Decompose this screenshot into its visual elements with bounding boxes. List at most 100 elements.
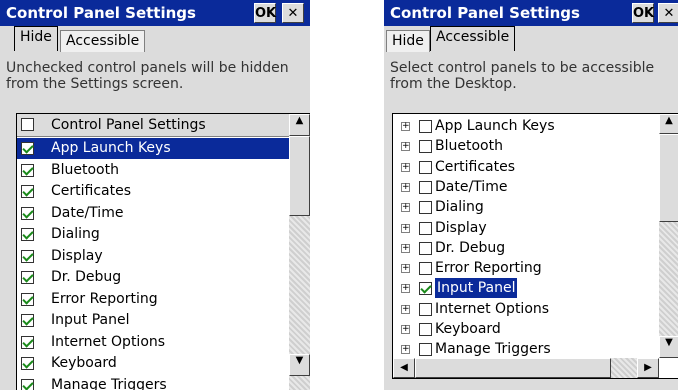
item-label: Bluetooth [435, 138, 503, 155]
scroll-down-button[interactable]: ▼ [659, 336, 678, 358]
item-label: Keyboard [51, 355, 117, 371]
tree-item[interactable]: + Input Panel [393, 278, 657, 299]
item-checkbox[interactable] [419, 221, 432, 235]
item-checkbox[interactable] [21, 292, 34, 306]
list-item[interactable]: Bluetooth [17, 160, 289, 181]
item-checkbox[interactable] [21, 228, 34, 241]
item-label: Date/Time [435, 178, 508, 195]
tree-item[interactable]: + App Launch Keys [393, 116, 657, 137]
item-checkbox[interactable] [21, 206, 34, 220]
tree-item[interactable]: + Display [393, 218, 657, 239]
expand-icon[interactable]: + [401, 203, 410, 213]
control-panel-tree[interactable]: + App Launch Keys + Bluetooth + Certificates +… [392, 113, 678, 379]
close-button[interactable]: ✕ [282, 3, 304, 23]
item-label: Keyboard [435, 321, 501, 337]
tree-item[interactable]: + Dr. Debug [393, 238, 657, 259]
description-line: Select control panels to be accessible [390, 60, 655, 76]
expand-icon[interactable]: + [401, 162, 410, 172]
scroll-up-button[interactable]: ▲ [659, 114, 678, 134]
expand-icon[interactable]: + [401, 304, 410, 314]
horizontal-scroll-thumb[interactable] [415, 358, 611, 378]
tab-accessible[interactable]: Accessible [430, 26, 516, 51]
title-bar: Control Panel Settings OK ✕ [384, 0, 678, 26]
item-checkbox[interactable] [419, 323, 432, 336]
control-panel-list[interactable]: Control Panel Settings App Launch Keys Bl… [16, 113, 310, 390]
item-checkbox[interactable] [419, 140, 432, 154]
item-checkbox[interactable] [419, 160, 432, 174]
window-title: Control Panel Settings [6, 4, 196, 22]
tab-hide[interactable]: Hide [386, 30, 430, 52]
tree-item[interactable]: + Date/Time [393, 177, 657, 198]
expand-icon[interactable]: + [401, 284, 410, 294]
item-checkbox[interactable] [21, 314, 34, 327]
list-item[interactable]: Input Panel [17, 310, 289, 331]
item-checkbox[interactable] [21, 142, 34, 155]
item-label: Error Reporting [51, 290, 158, 307]
list-item[interactable]: Date/Time [17, 203, 289, 224]
ok-button[interactable]: OK [254, 3, 276, 23]
list-item[interactable]: Manage Triggers [17, 375, 289, 390]
tree-item[interactable]: + Error Reporting [393, 258, 657, 279]
item-checkbox[interactable] [21, 271, 34, 284]
item-label: Display [51, 247, 103, 264]
item-checkbox[interactable] [419, 180, 432, 194]
vertical-scrollbar[interactable]: ▲ ▼ [659, 114, 678, 358]
tree-item[interactable]: + Dialing [393, 197, 657, 218]
description-line: Unchecked control panels will be hidden [6, 60, 289, 76]
tree-item[interactable]: + Certificates [393, 157, 657, 178]
vertical-scrollbar[interactable]: ▲ ▼ [289, 114, 310, 390]
expand-icon[interactable]: + [401, 223, 410, 233]
item-checkbox[interactable] [419, 120, 432, 133]
tab-hide[interactable]: Hide [14, 26, 58, 51]
tree-item[interactable]: + Bluetooth [393, 136, 657, 157]
expand-icon[interactable]: + [401, 122, 410, 131]
expand-icon[interactable]: + [401, 142, 410, 152]
list-item[interactable]: Dialing [17, 224, 289, 245]
scroll-up-button[interactable]: ▲ [289, 114, 310, 136]
expand-icon[interactable]: + [401, 345, 410, 355]
close-button[interactable]: ✕ [658, 3, 678, 23]
item-checkbox[interactable] [21, 185, 34, 198]
item-checkbox[interactable] [21, 378, 34, 390]
item-checkbox[interactable] [419, 201, 432, 215]
item-checkbox[interactable] [21, 249, 34, 263]
horizontal-scrollbar[interactable]: ◀ ▶ [393, 358, 659, 378]
scroll-thumb[interactable] [289, 136, 310, 216]
item-checkbox[interactable] [419, 282, 432, 296]
item-checkbox[interactable] [21, 335, 34, 349]
item-checkbox[interactable] [419, 262, 432, 276]
expand-icon[interactable]: + [401, 325, 410, 334]
tree-item[interactable]: + Internet Options [393, 299, 657, 320]
list-item[interactable]: Dr. Debug [17, 267, 289, 288]
expand-icon[interactable]: + [401, 243, 410, 253]
item-label: Internet Options [435, 300, 550, 317]
item-checkbox[interactable] [419, 241, 432, 255]
list-item[interactable]: Internet Options [17, 332, 289, 353]
item-checkbox[interactable] [21, 163, 34, 177]
tree-item[interactable]: + Keyboard [393, 319, 657, 340]
item-label: Certificates [51, 183, 132, 199]
scroll-left-button[interactable]: ◀ [393, 358, 415, 378]
item-label: Display [435, 219, 487, 236]
list-item[interactable]: Certificates [17, 181, 289, 202]
tab-accessible[interactable]: Accessible [60, 30, 146, 52]
item-label: Bluetooth [51, 161, 119, 178]
item-checkbox[interactable] [419, 302, 432, 316]
item-label: Input Panel [51, 312, 130, 328]
select-all-checkbox[interactable] [21, 118, 34, 131]
expand-icon[interactable]: + [401, 182, 410, 192]
list-item[interactable]: Error Reporting [17, 289, 289, 310]
list-item[interactable]: App Launch Keys [17, 138, 289, 159]
list-item[interactable]: Keyboard [17, 353, 289, 374]
title-bar: Control Panel Settings OK ✕ [0, 0, 310, 26]
expand-icon[interactable]: + [401, 264, 410, 274]
scroll-right-button[interactable]: ▶ [637, 358, 659, 378]
scroll-down-button[interactable]: ▼ [289, 354, 310, 376]
ok-button[interactable]: OK [632, 3, 654, 23]
item-checkbox[interactable] [21, 357, 34, 370]
list-header[interactable]: Control Panel Settings [17, 114, 289, 137]
scroll-thumb[interactable] [659, 134, 678, 222]
list-item[interactable]: Display [17, 246, 289, 267]
item-checkbox[interactable] [419, 343, 432, 357]
item-label: Manage Triggers [51, 376, 167, 390]
